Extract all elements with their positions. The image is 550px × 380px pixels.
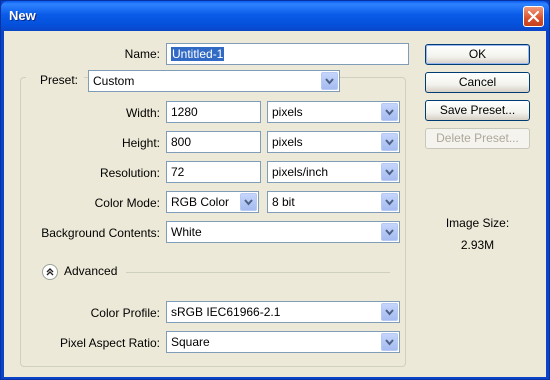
chevron-down-icon <box>385 169 394 176</box>
chevron-down-icon <box>385 199 394 206</box>
color-profile-select[interactable]: sRGB IEC61966-2.1 <box>166 301 400 323</box>
advanced-divider <box>126 272 390 273</box>
width-label: Width: <box>125 106 160 120</box>
close-icon <box>527 10 540 23</box>
chevron-down-icon <box>385 139 394 146</box>
resolution-unit-dropdown-arrow[interactable] <box>381 163 398 181</box>
name-field[interactable]: Untitled-1 <box>166 43 409 65</box>
background-contents-select[interactable]: White <box>166 221 400 243</box>
chevron-down-icon <box>385 229 394 236</box>
resolution-label: Resolution: <box>99 166 160 180</box>
width-unit-select[interactable]: pixels <box>267 101 400 123</box>
width-value: 1280 <box>171 105 198 119</box>
preset-label: Preset: <box>26 71 84 89</box>
cancel-button[interactable]: Cancel <box>425 72 530 93</box>
chevron-down-icon <box>385 309 394 316</box>
pixel-aspect-ratio-value: Square <box>171 335 210 349</box>
chevron-down-icon <box>244 199 253 206</box>
chevron-down-icon <box>385 339 394 346</box>
width-unit-value: pixels <box>272 105 303 119</box>
resolution-unit-select[interactable]: pixels/inch <box>267 161 400 183</box>
pixel-aspect-ratio-label: Pixel Aspect Ratio: <box>59 336 160 350</box>
resolution-unit-value: pixels/inch <box>272 165 329 179</box>
height-unit-value: pixels <box>272 135 303 149</box>
delete-preset-button: Delete Preset... <box>425 128 530 149</box>
color-profile-label: Color Profile: <box>90 306 160 320</box>
resolution-value: 72 <box>171 165 185 179</box>
background-contents-label: Background Contents: <box>41 226 160 240</box>
dialog-title: New <box>9 8 36 23</box>
new-document-dialog: New Name: Untitled-1 Preset: Custom Widt… <box>0 0 550 380</box>
name-value: Untitled-1 <box>171 47 225 61</box>
height-label: Height: <box>121 136 160 150</box>
save-preset-button[interactable]: Save Preset... <box>425 100 530 121</box>
advanced-label: Advanced <box>64 264 118 278</box>
bit-depth-select[interactable]: 8 bit <box>267 191 400 213</box>
height-value: 800 <box>171 135 192 149</box>
dialog-body: Name: Untitled-1 Preset: Custom Width: 1… <box>4 31 546 377</box>
bit-depth-dropdown-arrow[interactable] <box>381 193 398 211</box>
preset-value: Custom <box>93 74 135 88</box>
width-unit-dropdown-arrow[interactable] <box>381 103 398 121</box>
preset-dropdown-arrow[interactable] <box>321 72 338 90</box>
bit-depth-value: 8 bit <box>272 195 295 209</box>
pixel-aspect-ratio-dropdown-arrow[interactable] <box>381 333 398 351</box>
title-bar[interactable]: New <box>1 1 549 31</box>
chevron-down-icon <box>325 78 334 85</box>
image-size-label: Image Size: <box>445 216 510 230</box>
chevron-down-icon <box>385 109 394 116</box>
image-size-value: 2.93M <box>460 238 495 252</box>
ok-button[interactable]: OK <box>425 44 530 65</box>
close-button[interactable] <box>523 6 544 27</box>
resolution-field[interactable]: 72 <box>166 161 261 183</box>
height-field[interactable]: 800 <box>166 131 261 153</box>
color-mode-select[interactable]: RGB Color <box>166 191 259 213</box>
color-mode-value: RGB Color <box>171 195 230 209</box>
advanced-toggle[interactable] <box>42 264 58 280</box>
color-mode-label: Color Mode: <box>94 196 160 210</box>
color-profile-dropdown-arrow[interactable] <box>381 303 398 321</box>
preset-select[interactable]: Custom <box>88 70 340 92</box>
background-contents-value: White <box>171 225 202 239</box>
height-unit-select[interactable]: pixels <box>267 131 400 153</box>
background-contents-dropdown-arrow[interactable] <box>381 223 398 241</box>
name-label: Name: <box>124 47 160 61</box>
color-mode-dropdown-arrow[interactable] <box>240 193 257 211</box>
width-field[interactable]: 1280 <box>166 101 261 123</box>
color-profile-value: sRGB IEC61966-2.1 <box>171 305 281 319</box>
pixel-aspect-ratio-select[interactable]: Square <box>166 331 400 353</box>
height-unit-dropdown-arrow[interactable] <box>381 133 398 151</box>
double-chevron-up-icon <box>46 268 54 276</box>
